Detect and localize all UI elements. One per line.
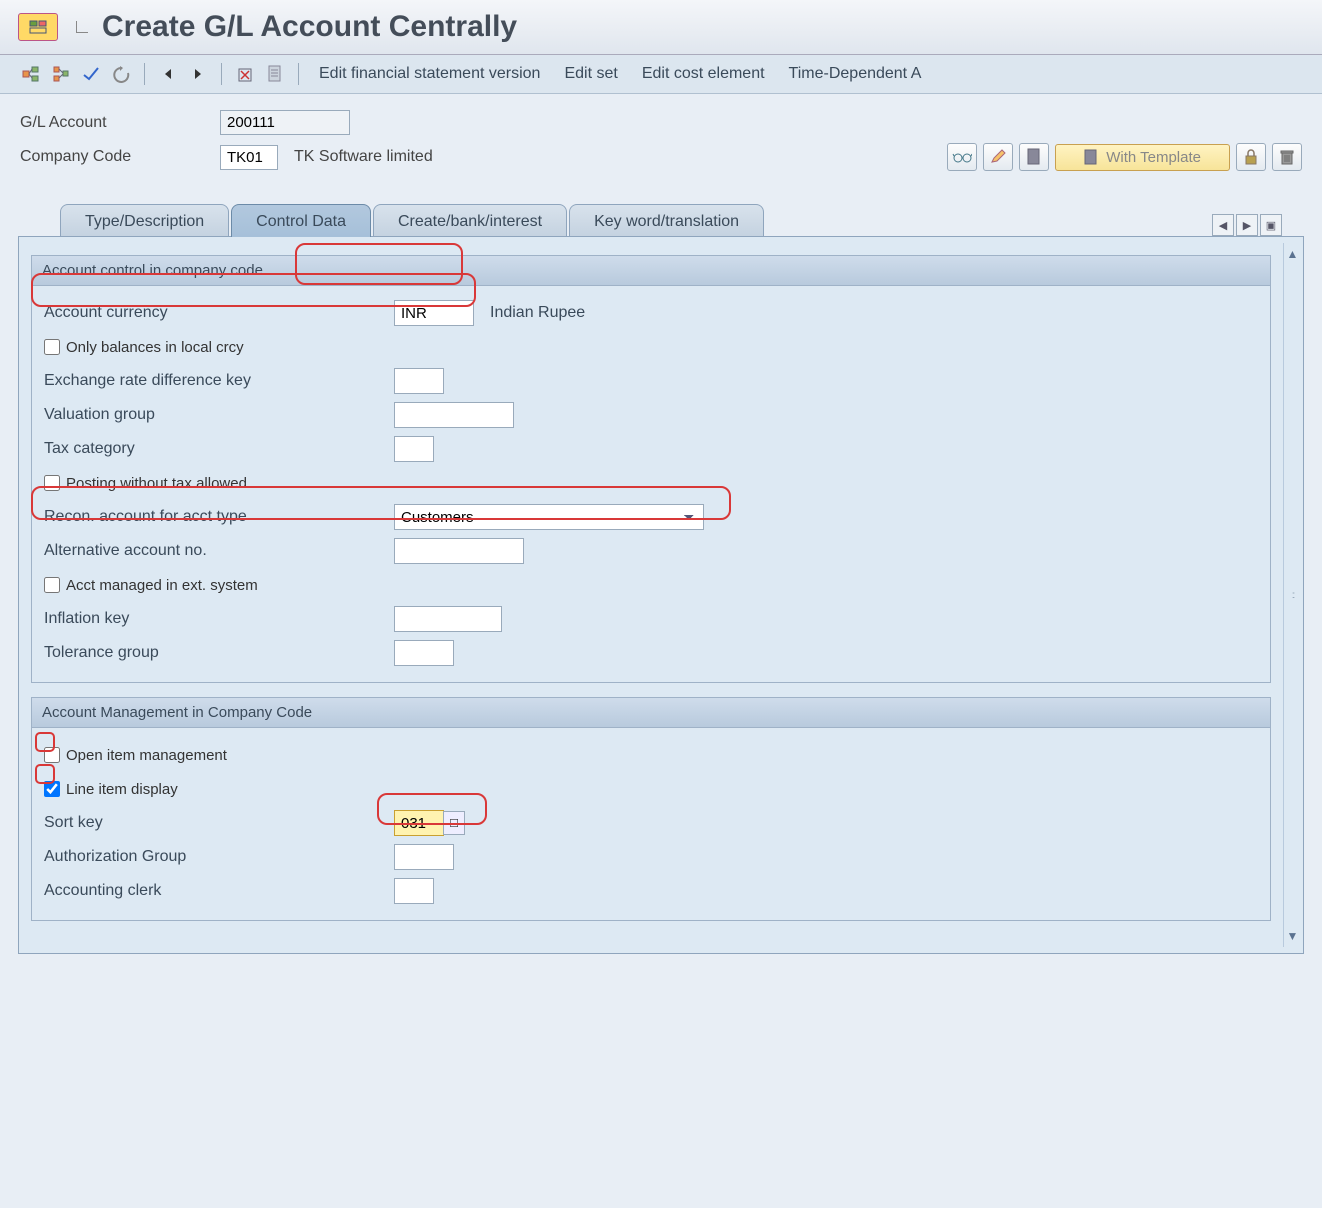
title-dropdown-icon[interactable] [76, 21, 88, 33]
tab-type-description[interactable]: Type/Description [60, 204, 229, 237]
sort-key-label: Sort key [44, 814, 394, 832]
with-template-label: With Template [1106, 149, 1201, 166]
account-currency-input[interactable] [394, 300, 474, 326]
pencil-icon[interactable] [983, 143, 1013, 171]
scroll-grip-icon[interactable]: :: [1292, 590, 1294, 601]
acct-managed-ext-checkbox[interactable] [44, 577, 60, 593]
menu-time-dependent[interactable]: Time-Dependent A [779, 61, 932, 87]
recon-account-label: Recon. account for acct type [44, 508, 394, 526]
toolbar: Edit financial statement version Edit se… [0, 55, 1322, 94]
auth-group-input[interactable] [394, 844, 454, 870]
gl-account-label: G/L Account [20, 114, 210, 132]
tax-category-label: Tax category [44, 440, 394, 458]
page-title: Create G/L Account Centrally [102, 10, 517, 44]
tab-scroll-right-icon[interactable]: ▶ [1236, 214, 1258, 236]
open-item-checkbox[interactable] [44, 747, 60, 763]
title-bar: Create G/L Account Centrally [0, 0, 1322, 55]
posting-without-tax-label: Posting without tax allowed [66, 475, 247, 492]
accounting-clerk-label: Accounting clerk [44, 882, 394, 900]
document-icon[interactable] [262, 62, 288, 86]
company-code-desc: TK Software limited [294, 148, 433, 166]
tree-icon[interactable] [18, 62, 44, 86]
menu-edit-cost-element[interactable]: Edit cost element [632, 61, 775, 87]
valuation-group-input[interactable] [394, 402, 514, 428]
tolerance-group-input[interactable] [394, 640, 454, 666]
tab-list-icon[interactable]: ▣ [1260, 214, 1282, 236]
only-balances-label: Only balances in local crcy [66, 339, 244, 356]
acct-managed-ext-label: Acct managed in ext. system [66, 577, 258, 594]
tab-control-data[interactable]: Control Data [231, 204, 371, 237]
toolbar-separator [144, 63, 145, 85]
company-code-label: Company Code [20, 148, 210, 166]
section-account-control-title: Account control in company code [32, 256, 1270, 286]
auth-group-label: Authorization Group [44, 848, 394, 866]
accounting-clerk-input[interactable] [394, 878, 434, 904]
tax-category-input[interactable] [394, 436, 434, 462]
trash-x-icon[interactable] [232, 62, 258, 86]
account-currency-desc: Indian Rupee [490, 304, 585, 322]
alternative-account-input[interactable] [394, 538, 524, 564]
transaction-icon[interactable] [18, 13, 58, 41]
open-item-label: Open item management [66, 747, 227, 764]
lock-icon[interactable] [1236, 143, 1266, 171]
section-account-management: Account Management in Company Code Open … [31, 697, 1271, 921]
next-icon[interactable] [185, 62, 211, 86]
company-code-input[interactable] [220, 145, 278, 170]
gl-account-input[interactable] [220, 110, 350, 135]
checkmark-icon[interactable] [78, 62, 104, 86]
alternative-account-label: Alternative account no. [44, 542, 394, 560]
line-item-label: Line item display [66, 781, 178, 798]
tab-create-bank-interest[interactable]: Create/bank/interest [373, 204, 567, 237]
account-currency-label: Account currency [44, 304, 394, 322]
tab-body: ▲ :: ▼ Account control in company code A… [18, 236, 1304, 954]
section-account-management-title: Account Management in Company Code [32, 698, 1270, 728]
new-doc-icon[interactable] [1019, 143, 1049, 171]
menu-edit-set[interactable]: Edit set [554, 61, 627, 87]
glasses-icon[interactable] [947, 143, 977, 171]
tab-scroll-left-icon[interactable]: ◀ [1212, 214, 1234, 236]
menu-edit-fin-stmt[interactable]: Edit financial statement version [309, 61, 550, 87]
tab-keyword-translation[interactable]: Key word/translation [569, 204, 764, 237]
sort-key-f4-icon[interactable]: ☐ [443, 811, 465, 835]
toolbar-separator [298, 63, 299, 85]
exchange-rate-label: Exchange rate difference key [44, 372, 394, 390]
scroll-down-icon[interactable]: ▼ [1287, 925, 1299, 947]
valuation-group-label: Valuation group [44, 406, 394, 424]
exchange-rate-input[interactable] [394, 368, 444, 394]
tree2-icon[interactable] [48, 62, 74, 86]
back-icon[interactable] [108, 62, 134, 86]
inflation-key-input[interactable] [394, 606, 502, 632]
recon-account-select[interactable]: Customers [394, 504, 704, 530]
toolbar-separator [221, 63, 222, 85]
prev-icon[interactable] [155, 62, 181, 86]
line-item-checkbox[interactable] [44, 781, 60, 797]
section-account-control: Account control in company code Account … [31, 255, 1271, 683]
template-doc-icon [1084, 149, 1098, 165]
only-balances-checkbox[interactable] [44, 339, 60, 355]
tolerance-group-label: Tolerance group [44, 644, 394, 662]
posting-without-tax-checkbox[interactable] [44, 475, 60, 491]
scroll-bar[interactable]: ▲ :: ▼ [1283, 243, 1301, 947]
trash-icon[interactable] [1272, 143, 1302, 171]
tabs-row: Type/Description Control Data Create/ban… [0, 187, 1322, 236]
with-template-button[interactable]: With Template [1055, 144, 1230, 171]
inflation-key-label: Inflation key [44, 610, 394, 628]
header-area: G/L Account Company Code TK Software lim… [0, 94, 1322, 187]
sort-key-input[interactable] [394, 810, 444, 836]
scroll-up-icon[interactable]: ▲ [1287, 243, 1299, 265]
